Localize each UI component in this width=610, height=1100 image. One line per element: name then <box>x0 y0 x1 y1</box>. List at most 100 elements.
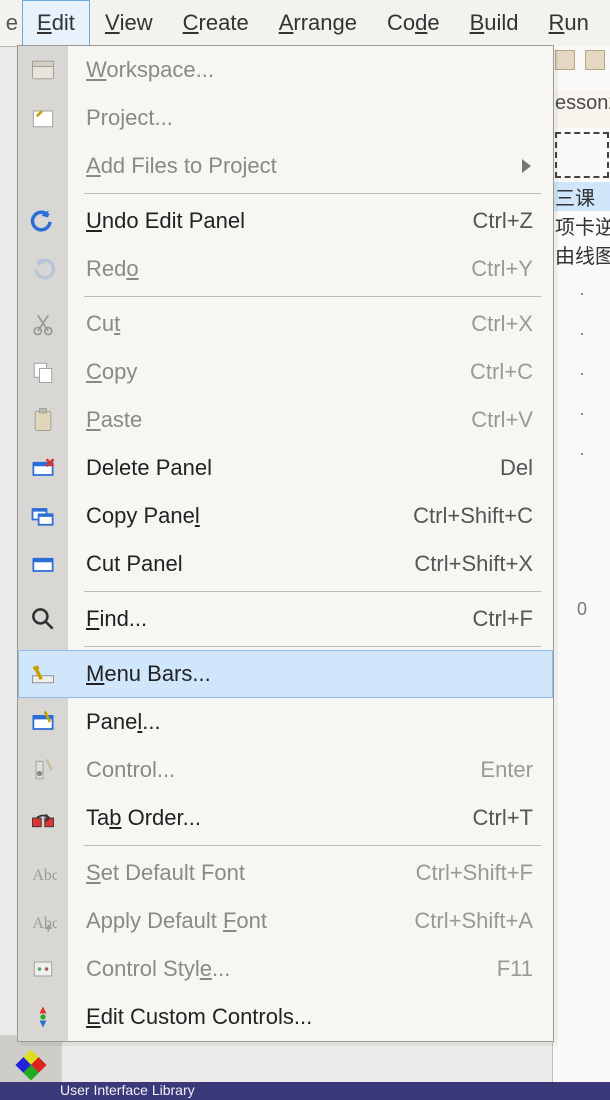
menuitem-shortcut: Del <box>490 455 533 481</box>
menuitem-label: Menu Bars... <box>68 661 533 687</box>
text-fragment-dot: . <box>553 269 610 309</box>
menuitem-shortcut: F11 <box>487 956 533 982</box>
menuitem-label: Cut Panel <box>68 551 404 577</box>
menuitem-shortcut: Ctrl+Z <box>463 208 534 234</box>
custom-controls-icon <box>18 993 68 1041</box>
menuitem-cut[interactable]: CutCtrl+X <box>18 300 553 348</box>
menuitem-redo[interactable]: RedoCtrl+Y <box>18 245 553 293</box>
paste-icon <box>18 396 68 444</box>
menuitem-tab-order[interactable]: Tab Order...Ctrl+T <box>18 794 553 842</box>
project-icon <box>18 94 68 142</box>
statusbar: User Interface Library <box>0 1082 610 1100</box>
menuitem-set-default-font[interactable]: Abc Set Default FontCtrl+Shift+F <box>18 849 553 897</box>
menu-separator <box>84 646 541 647</box>
menuitem-workspace[interactable]: Workspace... <box>18 46 553 94</box>
menu-separator <box>84 591 541 592</box>
menuitem-shortcut: Ctrl+Shift+F <box>406 860 533 886</box>
text-fragment-line-2: 项卡逆 <box>553 211 610 240</box>
menuitem-control-style[interactable]: Control Style...F11 <box>18 945 553 993</box>
menuitem-label: Workspace... <box>68 57 533 83</box>
menuitem-label: Redo <box>68 256 461 282</box>
menuitem-project[interactable]: Project... <box>18 94 553 142</box>
menuitem-label: Apply Default Font <box>68 908 404 934</box>
menuitem-menu-bars[interactable]: Menu Bars... <box>18 650 553 698</box>
redo-icon <box>18 245 68 293</box>
workspace-icon <box>18 46 68 94</box>
copy-icon <box>18 348 68 396</box>
menubar-item-arrange[interactable]: Arrange <box>264 0 372 46</box>
menuitem-paste[interactable]: PasteCtrl+V <box>18 396 553 444</box>
menu-separator <box>84 296 541 297</box>
menuitem-shortcut: Ctrl+T <box>463 805 534 831</box>
text-fragment-line-3: 由线图 <box>553 240 610 269</box>
menuitem-label: Control Style... <box>68 956 487 982</box>
menubar-item-edit[interactable]: Edit <box>22 0 90 46</box>
toolbar-icon[interactable] <box>585 50 605 70</box>
menuitem-delete-panel[interactable]: Delete PanelDel <box>18 444 553 492</box>
menuitem-apply-default-font[interactable]: AbcApply Default FontCtrl+Shift+A <box>18 897 553 945</box>
svg-text:Abc: Abc <box>33 915 58 932</box>
menubar-item-code[interactable]: Code <box>372 0 455 46</box>
menubar-item-truncated[interactable]: e <box>0 0 22 46</box>
menuitem-label: Edit Custom Controls... <box>68 1004 533 1030</box>
toolbar-icon[interactable] <box>555 50 575 70</box>
menuitem-undo-edit-panel[interactable]: Undo Edit PanelCtrl+Z <box>18 197 553 245</box>
menuitem-find[interactable]: Find...Ctrl+F <box>18 595 553 643</box>
menuitem-label: Undo Edit Panel <box>68 208 463 234</box>
menuitem-label: Control... <box>68 757 470 783</box>
menuitem-panel[interactable]: Panel... <box>18 698 553 746</box>
menubar-item-run[interactable]: Run <box>534 0 604 46</box>
menuitem-label: Project... <box>68 105 533 131</box>
menuitem-label: Delete Panel <box>68 455 490 481</box>
panel-outline-fragment <box>555 132 609 178</box>
cut-icon <box>18 300 68 348</box>
menuitem-copy-panel[interactable]: Copy PanelCtrl+Shift+C <box>18 492 553 540</box>
right-value: 0 <box>553 589 610 629</box>
menubar-item-build[interactable]: Build <box>455 0 534 46</box>
panel-icon <box>18 698 68 746</box>
menuitem-label: Paste <box>68 407 461 433</box>
find-icon <box>18 595 68 643</box>
submenu-arrow-icon <box>522 159 531 173</box>
cut-panel-icon <box>18 540 68 588</box>
menubar: e EditViewCreateArrangeCodeBuildRun <box>0 0 610 47</box>
menuitem-icon-empty <box>18 142 68 190</box>
menuitem-add-files-to-project[interactable]: Add Files to Project <box>18 142 553 190</box>
style-icon <box>18 945 68 993</box>
menubar-item-view[interactable]: View <box>90 0 168 46</box>
copy-panel-icon <box>18 492 68 540</box>
diamond-icon[interactable] <box>15 1049 46 1080</box>
font-apply-icon: Abc <box>18 897 68 945</box>
menuitem-shortcut: Ctrl+X <box>461 311 533 337</box>
menuitem-shortcut: Ctrl+C <box>460 359 533 385</box>
control-icon <box>18 746 68 794</box>
menubars-icon <box>18 650 68 698</box>
edit-menu-dropdown: Workspace... Project... Add Files to Proje… <box>17 45 554 1042</box>
menuitem-label: Add Files to Project <box>68 153 522 179</box>
menuitem-shortcut: Ctrl+F <box>463 606 534 632</box>
menuitem-shortcut: Ctrl+Shift+C <box>403 503 533 529</box>
menuitem-label: Cut <box>68 311 461 337</box>
menuitem-shortcut: Ctrl+Shift+X <box>404 551 533 577</box>
menuitem-label: Tab Order... <box>68 805 463 831</box>
menuitem-label: Find... <box>68 606 463 632</box>
tab-fragment[interactable]: esson2 <box>553 90 610 128</box>
menuitem-label: Panel... <box>68 709 533 735</box>
menuitem-label: Copy Panel <box>68 503 403 529</box>
editor-background-right: esson2 三课 项卡逆 由线图 . . . . . 0 <box>552 46 610 1100</box>
menu-separator <box>84 845 541 846</box>
menubar-item-create[interactable]: Create <box>168 0 264 46</box>
font-set-icon: Abc <box>18 849 68 897</box>
taborder-icon <box>18 794 68 842</box>
menuitem-shortcut: Ctrl+V <box>461 407 533 433</box>
menuitem-label: Set Default Font <box>68 860 406 886</box>
menuitem-edit-custom-controls[interactable]: Edit Custom Controls... <box>18 993 553 1041</box>
menuitem-cut-panel[interactable]: Cut PanelCtrl+Shift+X <box>18 540 553 588</box>
text-fragment-line-1: 三课 <box>553 182 610 211</box>
menuitem-copy[interactable]: CopyCtrl+C <box>18 348 553 396</box>
svg-text:Abc: Abc <box>33 867 58 884</box>
menuitem-shortcut: Enter <box>470 757 533 783</box>
menuitem-control[interactable]: Control...Enter <box>18 746 553 794</box>
menuitem-shortcut: Ctrl+Y <box>461 256 533 282</box>
delete-panel-icon <box>18 444 68 492</box>
